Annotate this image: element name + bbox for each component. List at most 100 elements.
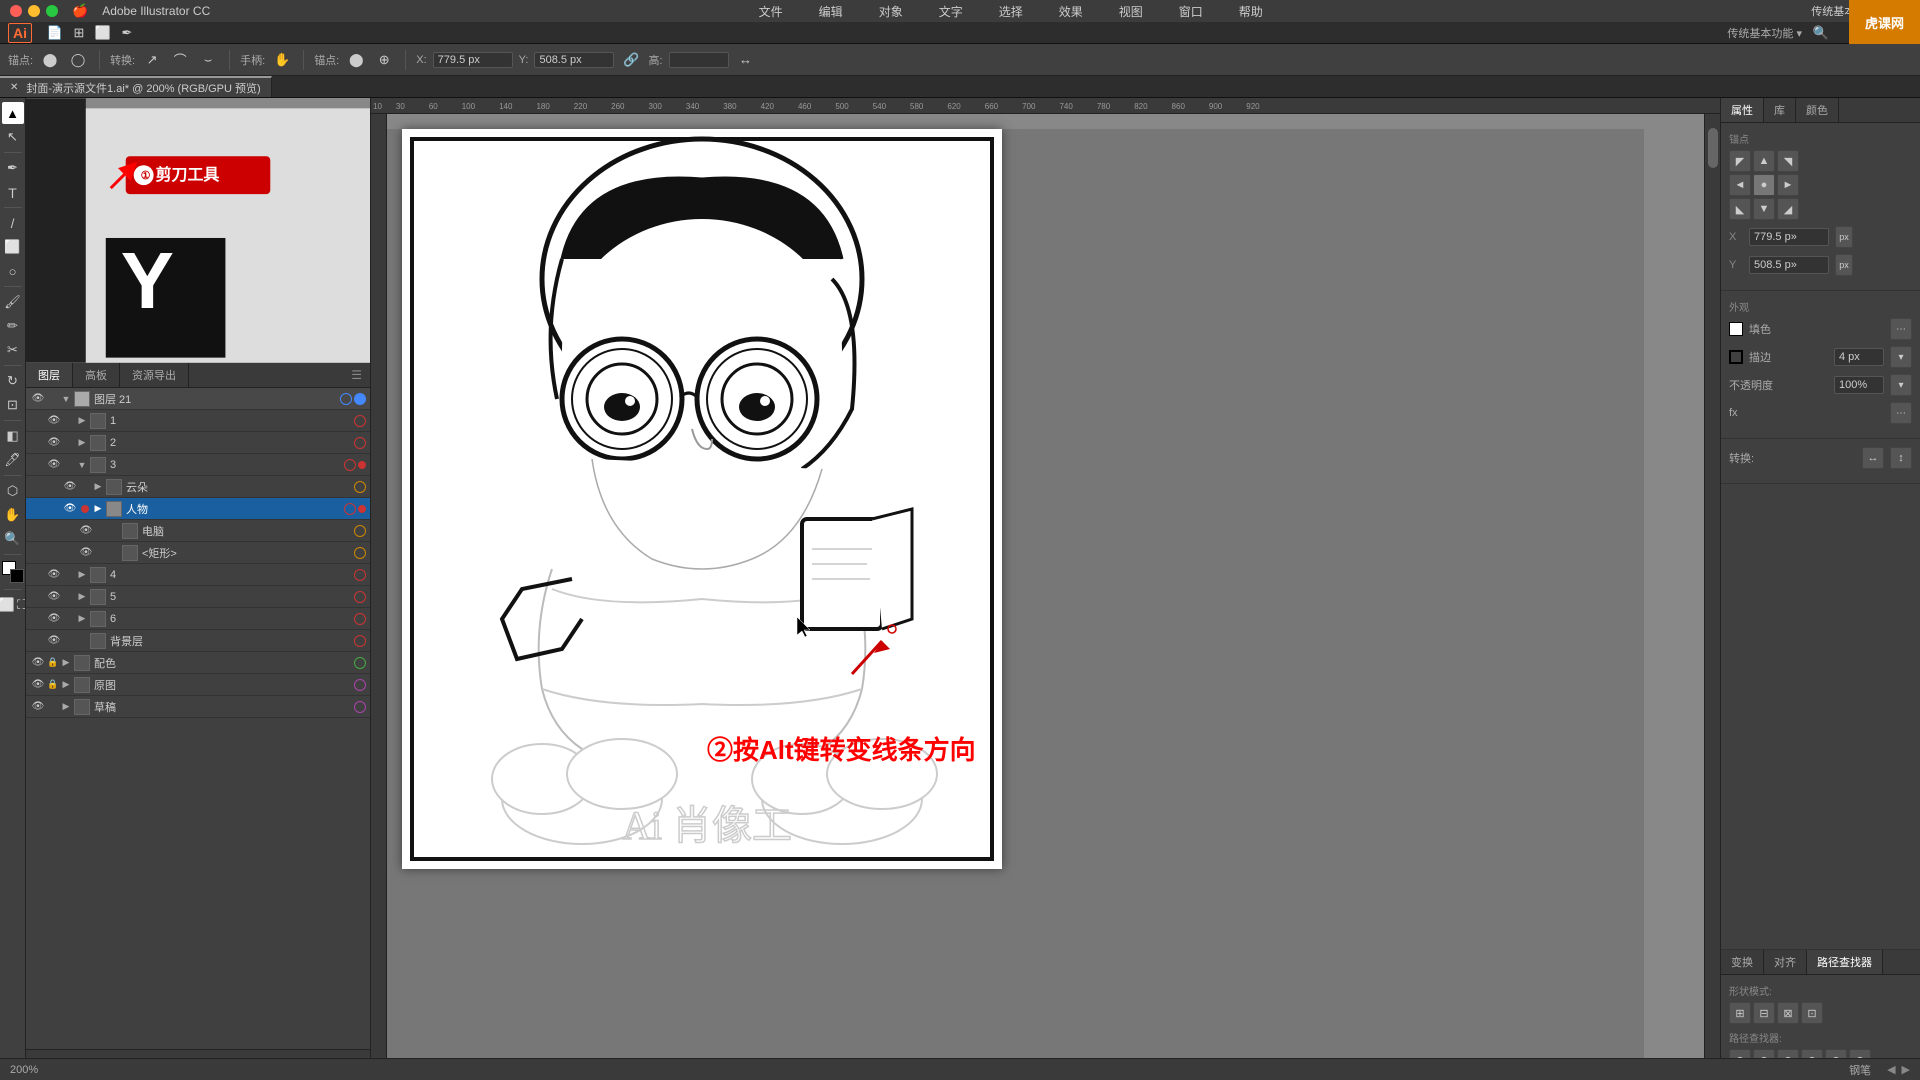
anchor-bc[interactable]: ▼ <box>1753 198 1775 220</box>
canvas-area[interactable]: 10 30 60 100 140 180 220 260 300 340 380… <box>371 98 1720 1080</box>
layer-row-computer[interactable]: 👁 电脑 <box>26 520 370 542</box>
layer-vis-clouds[interactable]: 👁 <box>62 479 78 495</box>
fx-options-icon[interactable]: ⋯ <box>1890 402 1912 424</box>
menu-file[interactable]: 文件 <box>751 1 791 22</box>
close-tab-icon[interactable]: ✕ <box>10 82 18 93</box>
tab-align[interactable]: 对齐 <box>1764 950 1807 974</box>
shape-minus-front[interactable]: ⊟ <box>1753 1002 1775 1024</box>
fill-color-swatch[interactable] <box>1729 322 1743 336</box>
menu-help[interactable]: 帮助 <box>1231 1 1271 22</box>
rect-tool[interactable]: ⬜ <box>2 236 24 258</box>
x-input[interactable] <box>433 52 513 68</box>
line-tool[interactable]: / <box>2 212 24 234</box>
arrange-icon[interactable]: ⬜ <box>92 22 114 44</box>
tab-pathfinder[interactable]: 路径查找器 <box>1807 950 1883 974</box>
layer-vis-21[interactable]: 👁 <box>30 391 46 407</box>
y-input[interactable] <box>534 52 614 68</box>
layer-expand-5[interactable]: ▶ <box>76 591 88 603</box>
fill-options-icon[interactable]: ⋯ <box>1890 318 1912 340</box>
menu-view[interactable]: 视图 <box>1111 1 1151 22</box>
layer-vis-computer[interactable]: 👁 <box>78 523 94 539</box>
minimize-button[interactable] <box>28 5 40 17</box>
layer-row-draft[interactable]: 👁 ▶ 草稿 <box>26 696 370 718</box>
tab-properties[interactable]: 属性 <box>1721 98 1764 122</box>
layer-expand-3[interactable]: ▼ <box>76 459 88 471</box>
menu-object[interactable]: 对象 <box>871 1 911 22</box>
y-unit-icon[interactable]: px <box>1835 254 1853 276</box>
rotate-tool[interactable]: ↻ <box>2 370 24 392</box>
tab-artboard[interactable]: 高板 <box>73 363 120 387</box>
layer-row-2[interactable]: 👁 ▶ 2 <box>26 432 370 454</box>
artboard-tool[interactable]: ⬡ <box>2 480 24 502</box>
anchor-br[interactable]: ◢ <box>1777 198 1799 220</box>
layer-expand-original[interactable]: ▶ <box>60 679 72 691</box>
grid-icon[interactable]: ⊞ <box>68 22 90 44</box>
layer-row-5[interactable]: 👁 ▶ 5 <box>26 586 370 608</box>
next-page-icon[interactable]: ▶ <box>1902 1063 1910 1076</box>
layer-lock-21[interactable] <box>46 391 60 407</box>
fill-stroke-indicator[interactable] <box>2 561 24 583</box>
hand-tool[interactable]: ✋ <box>271 49 293 71</box>
tab-transform-bottom[interactable]: 变换 <box>1721 950 1764 974</box>
pen-tool[interactable]: ✒ <box>2 157 24 179</box>
right-x-input[interactable] <box>1749 228 1829 246</box>
layer-row-colors[interactable]: 👁 🔒 ▶ 配色 <box>26 652 370 674</box>
height-input[interactable] <box>669 52 729 68</box>
pen-icon[interactable]: ✒ <box>116 22 138 44</box>
layer-vis-original[interactable]: 👁 <box>30 677 46 693</box>
canvas-scroll-area[interactable]: Ai 肖像工 ②按Alt键转变线条方向 <box>387 114 1704 1058</box>
stroke-width-input[interactable] <box>1834 348 1884 366</box>
layer-expand-4[interactable]: ▶ <box>76 569 88 581</box>
layer-row-21[interactable]: 👁 ▼ 图层 21 <box>26 388 370 410</box>
stroke-color-swatch[interactable] <box>1729 350 1743 364</box>
layer-vis-3[interactable]: 👁 <box>46 457 62 473</box>
x-unit-icon[interactable]: px <box>1835 226 1853 248</box>
selection-tool[interactable]: ▲ <box>2 102 24 124</box>
zoom-display[interactable]: 200% <box>10 1064 50 1076</box>
layer-expand-21[interactable]: ▼ <box>60 393 72 405</box>
layer-lock-original[interactable]: 🔒 <box>46 679 60 690</box>
scale-tool[interactable]: ⊡ <box>2 394 24 416</box>
layer-vis-character[interactable]: 👁 <box>62 501 78 517</box>
tab-library[interactable]: 库 <box>1764 98 1796 122</box>
anchor-sub-tool-2[interactable]: ⊕ <box>373 49 395 71</box>
anchor-mc[interactable]: ● <box>1753 174 1775 196</box>
menu-edit[interactable]: 编辑 <box>811 1 851 22</box>
document-tab[interactable]: ✕ 封面-演示源文件1.ai* @ 200% (RGB/GPU 预览) <box>0 76 272 97</box>
anchor-ml[interactable]: ◄ <box>1729 174 1751 196</box>
opacity-options-icon[interactable]: ▾ <box>1890 374 1912 396</box>
tab-layers[interactable]: 图层 <box>26 363 73 387</box>
search-top-icon[interactable]: 🔍 <box>1810 22 1832 44</box>
transform-tool-1[interactable]: ↗ <box>141 49 163 71</box>
shape-intersect[interactable]: ⊠ <box>1777 1002 1799 1024</box>
anchor-tool-1[interactable]: ⬤ <box>39 49 61 71</box>
anchor-bl[interactable]: ◣ <box>1729 198 1751 220</box>
anchor-mr[interactable]: ► <box>1777 174 1799 196</box>
apple-icon[interactable]: 🍎 <box>72 3 88 19</box>
right-y-input[interactable] <box>1749 256 1829 274</box>
prev-page-icon[interactable]: ◀ <box>1887 1063 1895 1076</box>
scissors-tool[interactable]: ✂ <box>2 339 24 361</box>
layer-expand-draft[interactable]: ▶ <box>60 701 72 713</box>
layer-row-4[interactable]: 👁 ▶ 4 <box>26 564 370 586</box>
fullscreen-icon[interactable]: ⛶ <box>17 594 26 616</box>
menu-text[interactable]: 文字 <box>931 1 971 22</box>
vscrollbar[interactable] <box>1704 114 1720 1058</box>
normal-view-icon[interactable]: ⬜ <box>0 594 15 616</box>
link-icon[interactable]: 🔗 <box>620 49 642 71</box>
anchor-tool-2[interactable]: ◯ <box>67 49 89 71</box>
anchor-tc[interactable]: ▲ <box>1753 150 1775 172</box>
layer-row-rect[interactable]: 👁 <矩形> <box>26 542 370 564</box>
type-tool[interactable]: Ｔ <box>2 181 24 203</box>
layer-row-clouds[interactable]: 👁 ▶ 云朵 <box>26 476 370 498</box>
layer-vis-rect[interactable]: 👁 <box>78 545 94 561</box>
layer-vis-bg[interactable]: 👁 <box>46 633 62 649</box>
layer-vis-1[interactable]: 👁 <box>46 413 62 429</box>
tab-color[interactable]: 颜色 <box>1796 98 1839 122</box>
transform-tool-2[interactable]: ⌒ <box>169 49 191 71</box>
anchor-tr[interactable]: ◥ <box>1777 150 1799 172</box>
vscroll-thumb[interactable] <box>1708 128 1718 168</box>
paintbrush-tool[interactable]: 🖌 <box>2 291 24 313</box>
stroke-options-icon[interactable]: ▾ <box>1890 346 1912 368</box>
gradient-tool[interactable]: ◧ <box>2 425 24 447</box>
